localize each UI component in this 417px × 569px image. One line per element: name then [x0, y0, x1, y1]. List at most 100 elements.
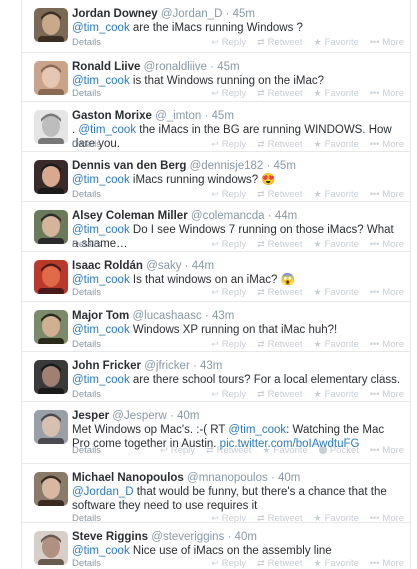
more-button[interactable]: ••• More — [370, 189, 404, 200]
reply-button[interactable]: ↩ Reply — [211, 389, 246, 400]
more-button[interactable]: ••• More — [370, 88, 404, 99]
avatar[interactable] — [34, 310, 68, 344]
reply-button[interactable]: ↩ Reply — [211, 37, 246, 48]
mention-link[interactable]: @tim_cook — [72, 324, 130, 336]
mention-link[interactable]: @tim_cook — [72, 374, 130, 386]
retweet-button[interactable]: ⇄ Retweet — [257, 139, 302, 150]
favorite-button[interactable]: ★ Favorite — [313, 189, 358, 200]
fullname[interactable]: Gaston Morixe — [72, 110, 152, 122]
tweet-item[interactable]: Jordan Downey @Jordan_D · 45m @tim_cook a… — [22, 0, 410, 52]
favorite-button[interactable]: ★ Favorite — [313, 239, 358, 250]
timestamp[interactable]: 40m — [235, 531, 257, 543]
avatar[interactable] — [34, 61, 68, 95]
timestamp[interactable]: 45m — [212, 110, 234, 122]
retweet-button[interactable]: ⇄ Retweet — [206, 445, 251, 456]
favorite-button[interactable]: ★ Favorite — [313, 339, 358, 350]
details-link[interactable]: Details — [72, 287, 101, 298]
fullname[interactable]: Isaac Roldán — [72, 260, 143, 272]
avatar[interactable] — [34, 260, 68, 294]
details-link[interactable]: Details — [72, 445, 101, 456]
mention-link[interactable]: @tim_cook — [72, 224, 130, 236]
fullname[interactable]: Major Tom — [72, 310, 129, 322]
tweet-item[interactable]: Major Tom @lucashaasc · 43m @tim_cook Win… — [22, 301, 410, 351]
username[interactable]: @saky — [146, 260, 181, 272]
avatar[interactable] — [34, 210, 68, 244]
username[interactable]: @steveriggins — [151, 531, 224, 543]
timestamp[interactable]: 40m — [177, 410, 199, 422]
tweet-item[interactable]: Ronald Liive @ronaldliive · 45m @tim_cook… — [22, 52, 410, 101]
timestamp[interactable]: 43m — [212, 310, 234, 322]
username[interactable]: @lucashaasc — [133, 310, 202, 322]
retweet-button[interactable]: ⇄ Retweet — [257, 558, 302, 569]
timestamp[interactable]: 40m — [278, 472, 300, 484]
fullname[interactable]: Dennis van den Berg — [72, 160, 186, 172]
tweet-item[interactable]: Isaac Roldán @saky · 44m @tim_cook Is tha… — [22, 251, 410, 301]
more-button[interactable]: ••• More — [370, 558, 404, 569]
avatar[interactable] — [34, 160, 68, 194]
retweet-button[interactable]: ⇄ Retweet — [257, 287, 302, 298]
fullname[interactable]: Steve Riggins — [72, 531, 148, 543]
retweet-button[interactable]: ⇄ Retweet — [257, 37, 302, 48]
favorite-button[interactable]: ★ Favorite — [313, 558, 358, 569]
details-link[interactable]: Details — [72, 189, 101, 200]
username[interactable]: @ronaldliive — [144, 61, 207, 73]
favorite-button[interactable]: ★ Favorite — [313, 389, 358, 400]
retweet-button[interactable]: ⇄ Retweet — [257, 88, 302, 99]
reply-button[interactable]: ↩ Reply — [211, 88, 246, 99]
username[interactable]: @Jesperw — [112, 410, 167, 422]
retweet-button[interactable]: ⇄ Retweet — [257, 339, 302, 350]
retweet-button[interactable]: ⇄ Retweet — [257, 239, 302, 250]
mention-link[interactable]: @tim_cook — [72, 174, 130, 186]
details-link[interactable]: Details — [72, 88, 101, 99]
retweet-button[interactable]: ⇄ Retweet — [257, 189, 302, 200]
avatar[interactable] — [34, 410, 68, 444]
reply-button[interactable]: ↩ Reply — [211, 339, 246, 350]
tweet-item[interactable]: Steve Riggins @steveriggins · 40m @tim_co… — [22, 522, 410, 569]
username[interactable]: @colemancda — [191, 210, 265, 222]
more-button[interactable]: ••• More — [370, 339, 404, 350]
more-button[interactable]: ••• More — [370, 239, 404, 250]
more-button[interactable]: ••• More — [370, 287, 404, 298]
timestamp[interactable]: 45m — [217, 61, 239, 73]
retweet-button[interactable]: ⇄ Retweet — [257, 389, 302, 400]
fullname[interactable]: Jesper — [72, 410, 109, 422]
details-link[interactable]: Details — [72, 239, 101, 250]
pocket-button[interactable]: Pocket — [318, 445, 359, 456]
tweet-item[interactable]: John Fricker @jfricker · 43m @tim_cook ar… — [22, 351, 410, 401]
avatar[interactable] — [34, 531, 68, 565]
more-button[interactable]: ••• More — [370, 445, 404, 456]
reply-button[interactable]: ↩ Reply — [211, 287, 246, 298]
timestamp[interactable]: 45m — [274, 160, 296, 172]
username[interactable]: @dennisje182 — [190, 160, 264, 172]
favorite-button[interactable]: ★ Favorite — [313, 88, 358, 99]
avatar[interactable] — [34, 110, 68, 144]
details-link[interactable]: Details — [72, 389, 101, 400]
timestamp[interactable]: 44m — [275, 210, 297, 222]
favorite-button[interactable]: ★ Favorite — [313, 139, 358, 150]
fullname[interactable]: John Fricker — [72, 360, 141, 372]
tweet-item[interactable]: Gaston Morixe @_imton · 45m. @tim_cook t… — [22, 101, 410, 151]
fullname[interactable]: Jordan Downey — [72, 8, 158, 20]
details-link[interactable]: Details — [72, 37, 101, 48]
reply-button[interactable]: ↩ Reply — [211, 189, 246, 200]
reply-button[interactable]: ↩ Reply — [211, 558, 246, 569]
username[interactable]: @_imton — [155, 110, 201, 122]
fullname[interactable]: Ronald Liive — [72, 61, 140, 73]
mention-link[interactable]: @Jordan_D — [72, 486, 134, 498]
avatar[interactable] — [34, 8, 68, 42]
avatar[interactable] — [34, 360, 68, 394]
timestamp[interactable]: 45m — [233, 8, 255, 20]
mention-link[interactable]: @tim_cook — [78, 124, 136, 136]
more-button[interactable]: ••• More — [370, 139, 404, 150]
more-button[interactable]: ••• More — [370, 389, 404, 400]
reply-button[interactable]: ↩ Reply — [211, 139, 246, 150]
tweet-item[interactable]: Dennis van den Berg @dennisje182 · 45m @t… — [22, 151, 410, 201]
tweet-item[interactable]: Michael Nanopoulos @mnanopoulos · 40m @Jo… — [22, 463, 410, 524]
username[interactable]: @Jordan_D — [161, 8, 223, 20]
timestamp[interactable]: 43m — [200, 360, 222, 372]
reply-button[interactable]: ↩ Reply — [211, 239, 246, 250]
details-link[interactable]: Details — [72, 339, 101, 350]
reply-button[interactable]: ↩ Reply — [160, 445, 195, 456]
details-link[interactable]: Details — [72, 558, 101, 569]
tweet-item[interactable]: Jesper @Jesperw · 40m Met Windows op Mac'… — [22, 401, 410, 463]
